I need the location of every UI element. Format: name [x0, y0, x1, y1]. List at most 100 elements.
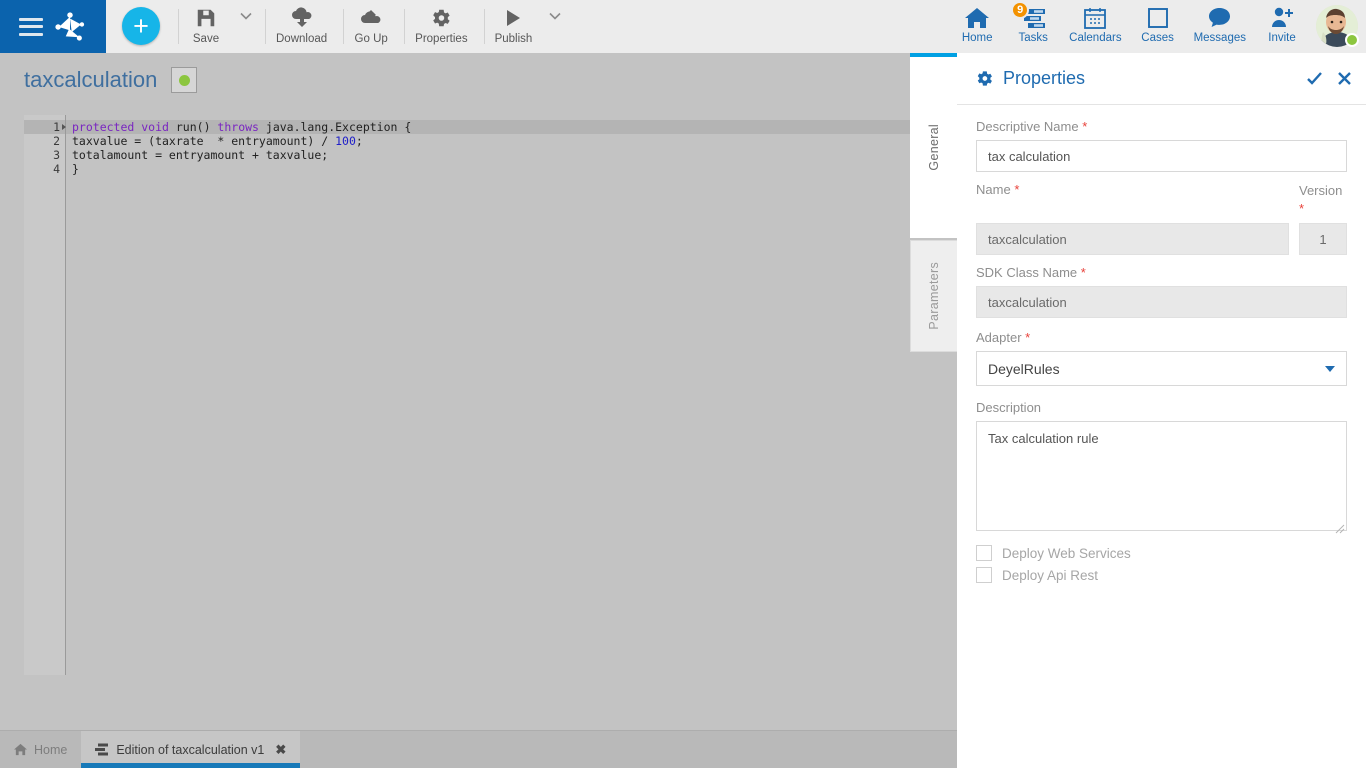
field-name-version: Name * Version *: [976, 182, 1347, 256]
publish-button[interactable]: Publish: [485, 0, 543, 53]
check-icon[interactable]: [1306, 70, 1323, 87]
save-icon: [195, 5, 217, 31]
top-toolbar: + Save Download Go Up Properties Publish…: [0, 0, 1366, 53]
tab-parameters-label: Parameters: [927, 262, 941, 330]
gear-icon: [975, 69, 994, 88]
save-dropdown-caret[interactable]: [233, 0, 259, 53]
go-up-button[interactable]: Go Up: [344, 0, 398, 53]
taskbar-tab-edition[interactable]: Edition of taxcalculation v1 ✖: [81, 731, 301, 768]
code-line: taxvalue = (taxrate * entryamount) / 100…: [72, 134, 363, 148]
play-icon: [503, 5, 523, 31]
field-adapter: Adapter * DeyelRules: [976, 330, 1347, 387]
checkbox-label: Deploy Web Services: [1002, 545, 1131, 561]
publish-dropdown-caret[interactable]: [542, 0, 568, 53]
workspace: taxcalculation 1 2 3 4 protected void ru…: [0, 53, 956, 730]
editor-code-area[interactable]: protected void run() throws java.lang.Ex…: [66, 115, 910, 675]
properties-button[interactable]: Properties: [405, 0, 477, 53]
code-line: }: [72, 162, 79, 176]
save-button[interactable]: Save: [179, 0, 233, 53]
save-label: Save: [192, 33, 220, 45]
properties-panel: Properties Descriptive Name * Name *: [957, 53, 1366, 768]
case-square-icon: [1147, 4, 1169, 31]
taskbar-tab-home[interactable]: Home: [0, 731, 82, 768]
checkbox-label: Deploy Api Rest: [1002, 567, 1099, 583]
name-version-labels: Name * Version *: [976, 182, 1347, 223]
name-input-wrap: [976, 223, 1289, 256]
checkbox-deploy-web-services[interactable]: Deploy Web Services: [976, 545, 1347, 562]
checkbox-box[interactable]: [976, 567, 992, 584]
name-label: Name *: [976, 182, 1019, 197]
description-textarea[interactable]: [976, 421, 1347, 532]
home-icon: [964, 4, 990, 31]
rule-list-icon: [95, 743, 109, 756]
close-icon[interactable]: [1337, 71, 1352, 86]
version-input-wrap: [1299, 223, 1347, 256]
avatar[interactable]: [1316, 5, 1359, 47]
nav-calendars[interactable]: Calendars: [1061, 0, 1129, 53]
tab-parameters[interactable]: Parameters: [910, 240, 957, 352]
green-dot-icon: [178, 74, 190, 86]
field-description: Description: [976, 400, 1347, 536]
sdk-class-name-label: SDK Class Name *: [976, 265, 1347, 280]
close-icon[interactable]: ✖: [275, 742, 286, 758]
fold-arrow-icon[interactable]: [62, 124, 66, 130]
adapter-select[interactable]: DeyelRules: [976, 351, 1347, 387]
panel-vertical-tabs: General Parameters: [910, 53, 957, 352]
calendar-icon: [1083, 4, 1107, 31]
code-line: totalamount = entryamount + taxvalue;: [72, 148, 329, 162]
required-marker: *: [1082, 119, 1088, 134]
tab-general[interactable]: General: [910, 53, 957, 238]
taskbar-tab-edition-label: Edition of taxcalculation v1: [116, 742, 265, 757]
download-label: Download: [276, 33, 328, 45]
editor-gutter: 1 2 3 4: [24, 115, 66, 675]
required-marker: *: [1299, 200, 1305, 216]
document-header: taxcalculation: [0, 53, 956, 93]
status-dot-online: [1345, 33, 1359, 47]
chevron-down-icon[interactable]: [1325, 366, 1335, 373]
nav-messages-label: Messages: [1193, 32, 1246, 44]
nav-messages[interactable]: Messages: [1186, 0, 1254, 53]
page-title: taxcalculation: [24, 67, 158, 92]
checkbox-deploy-api-rest[interactable]: Deploy Api Rest: [976, 567, 1347, 584]
checkbox-box[interactable]: [976, 545, 992, 562]
nav-tasks-label: Tasks: [1018, 32, 1048, 44]
properties-panel-header: Properties: [957, 53, 1366, 105]
taskbar-tab-home-label: Home: [34, 742, 68, 757]
nav-tasks[interactable]: 9 Tasks: [1005, 0, 1061, 53]
descriptive-name-input[interactable]: [976, 140, 1347, 172]
required-marker: *: [1014, 182, 1020, 197]
panel-header-actions: [1306, 70, 1352, 87]
line-number: 4: [53, 162, 60, 176]
label-text: Descriptive Name: [976, 119, 1079, 134]
name-input: [976, 223, 1289, 256]
nav-invite[interactable]: Invite: [1254, 0, 1310, 53]
required-marker: *: [1025, 330, 1031, 346]
descriptive-name-label: Descriptive Name *: [976, 119, 1347, 134]
version-label: Version *: [1299, 182, 1347, 217]
sdk-class-name-input: [976, 286, 1347, 319]
adapter-selected-value: DeyelRules: [988, 360, 1060, 377]
adapter-label: Adapter *: [976, 330, 1347, 345]
label-text: Description: [976, 400, 1042, 416]
nav-cases-label: Cases: [1141, 32, 1174, 44]
label-text: Version: [1299, 183, 1343, 198]
gear-icon: [430, 5, 452, 31]
add-new-button[interactable]: +: [122, 7, 160, 45]
required-marker: *: [1080, 265, 1086, 281]
nav-home[interactable]: Home: [949, 0, 1005, 53]
hamburger-menu-icon[interactable]: [19, 17, 43, 36]
download-cloud-icon: [290, 5, 314, 31]
status-badge: [171, 67, 198, 93]
nav-cases[interactable]: Cases: [1130, 0, 1186, 53]
download-button[interactable]: Download: [266, 0, 337, 53]
code-editor[interactable]: 1 2 3 4 protected void run() throws java…: [24, 115, 910, 675]
label-text: Adapter: [976, 330, 1022, 346]
app-logo-icon[interactable]: [53, 10, 87, 44]
tab-general-label: General: [926, 124, 941, 171]
go-up-label: Go Up: [354, 33, 388, 45]
description-textarea-wrap: [976, 421, 1347, 536]
nav-calendars-label: Calendars: [1069, 32, 1122, 44]
brand-block: [0, 0, 106, 53]
field-descriptive-name: Descriptive Name *: [976, 119, 1347, 172]
